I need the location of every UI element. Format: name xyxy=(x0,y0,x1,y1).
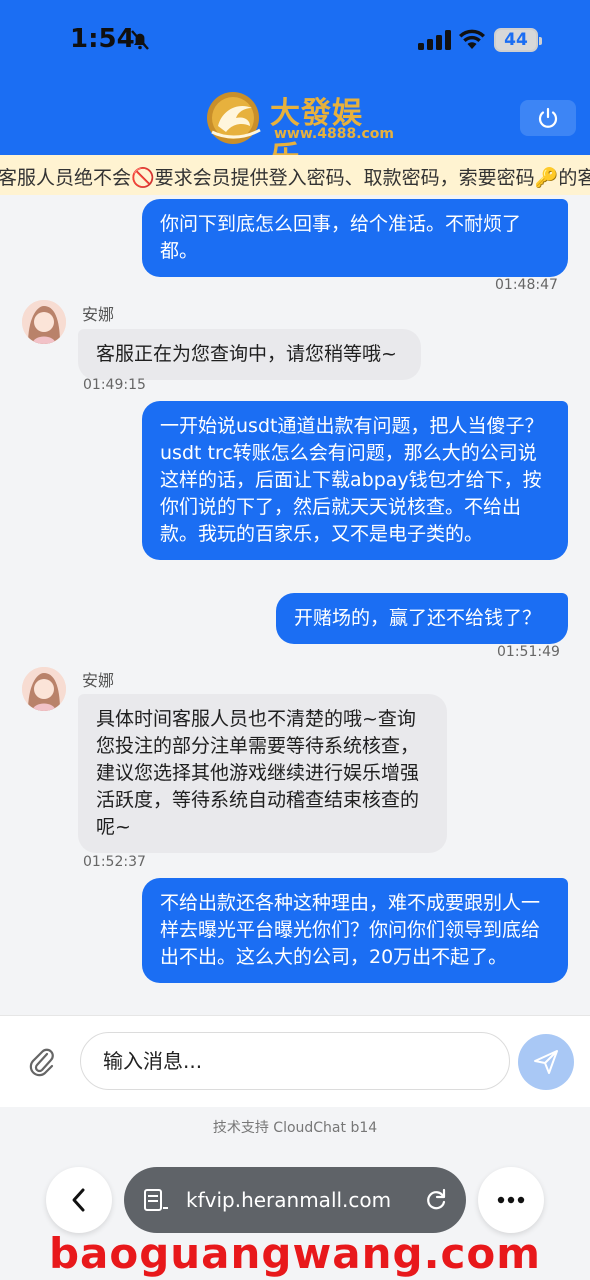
message-input[interactable] xyxy=(80,1032,510,1090)
browser-url: kfvip.heranmall.com xyxy=(186,1188,392,1212)
agent-name: 安娜 xyxy=(82,305,115,324)
message-timestamp: 01:51:49 xyxy=(497,644,560,660)
message-text: 开赌场的，赢了还不给钱了？ xyxy=(294,607,542,629)
outgoing-message: 你问下到底怎么回事，给个准话。不耐烦了都。 xyxy=(142,199,568,277)
security-notice-banner: 客服人员绝不会🚫要求会员提供登入密码、取款密码，索要密码🔑的客服都 xyxy=(0,155,590,195)
message-timestamp: 01:49:15 xyxy=(83,377,146,393)
agent-name: 安娜 xyxy=(82,671,115,690)
wifi-icon xyxy=(459,29,485,49)
outgoing-message: 一开始说usdt通道出款有问题，把人当傻子？usdt trc转账怎么会有问题，那… xyxy=(142,401,568,560)
app-header: 1:54 44 大發娱乐 www.4888.com xyxy=(0,0,590,175)
bell-muted-icon xyxy=(131,30,149,50)
brand-logo: 大發娱乐 www.4888.com xyxy=(204,86,394,175)
message-text: 具体时间客服人员也不清楚的哦~查询您投注的部分注单需要等待系统核查，建议您选择其… xyxy=(96,708,420,838)
browser-back-button[interactable] xyxy=(46,1167,112,1233)
status-time: 1:54 xyxy=(70,24,135,54)
powered-by-text: 技术支持 CloudChat b14 xyxy=(212,1120,378,1136)
page-footer: 技术支持 CloudChat b14 kfvip.heranmall.com b… xyxy=(0,1107,590,1280)
power-icon xyxy=(538,107,558,128)
send-button[interactable] xyxy=(518,1034,574,1090)
logout-button[interactable] xyxy=(520,100,576,136)
notice-text: 客服人员绝不会🚫要求会员提供登入密码、取款密码，索要密码🔑的客服都 xyxy=(0,167,590,189)
reload-icon[interactable] xyxy=(424,1188,448,1212)
cellular-signal-icon xyxy=(418,30,451,50)
message-text: 一开始说usdt通道出款有问题，把人当傻子？usdt trc转账怎么会有问题，那… xyxy=(160,415,544,545)
message-text: 客服正在为您查询中，请您稍等哦~ xyxy=(96,343,397,365)
agent-avatar xyxy=(22,667,66,711)
brand-url: www.4888.com xyxy=(274,126,395,142)
dragon-emblem-icon xyxy=(207,92,261,144)
chevron-left-icon xyxy=(72,1188,85,1212)
message-text: 不给出款还各种这种理由，难不成要跟别人一样去曝光平台曝光你们？你问你们领导到底给… xyxy=(160,892,541,968)
outgoing-message: 开赌场的，赢了还不给钱了？ xyxy=(276,593,568,644)
message-timestamp: 01:48:47 xyxy=(495,277,558,293)
more-dots-icon xyxy=(497,1196,525,1204)
agent-avatar xyxy=(22,300,66,344)
incoming-message: 客服正在为您查询中，请您稍等哦~ xyxy=(78,329,421,380)
site-watermark: baoguangwang.com xyxy=(48,1229,542,1278)
battery-indicator: 44 xyxy=(494,28,542,52)
chat-messages[interactable]: 你问下到底怎么回事，给个准话。不耐烦了都。 01:48:47 安娜 客服正在为您… xyxy=(0,195,590,1015)
page-menu-icon[interactable] xyxy=(144,1189,168,1211)
message-composer xyxy=(0,1015,590,1107)
browser-address-bar[interactable]: kfvip.heranmall.com xyxy=(124,1167,466,1233)
send-icon xyxy=(534,1050,558,1074)
incoming-message: 具体时间客服人员也不清楚的哦~查询您投注的部分注单需要等待系统核查，建议您选择其… xyxy=(78,694,447,853)
message-timestamp: 01:52:37 xyxy=(83,854,146,870)
battery-level: 44 xyxy=(504,30,528,50)
status-bar: 1:54 44 xyxy=(0,0,590,80)
paperclip-icon[interactable] xyxy=(28,1046,56,1078)
outgoing-message: 不给出款还各种这种理由，难不成要跟别人一样去曝光平台曝光你们？你问你们领导到底给… xyxy=(142,878,568,983)
message-text: 你问下到底怎么回事，给个准话。不耐烦了都。 xyxy=(160,213,522,262)
browser-more-button[interactable] xyxy=(478,1167,544,1233)
